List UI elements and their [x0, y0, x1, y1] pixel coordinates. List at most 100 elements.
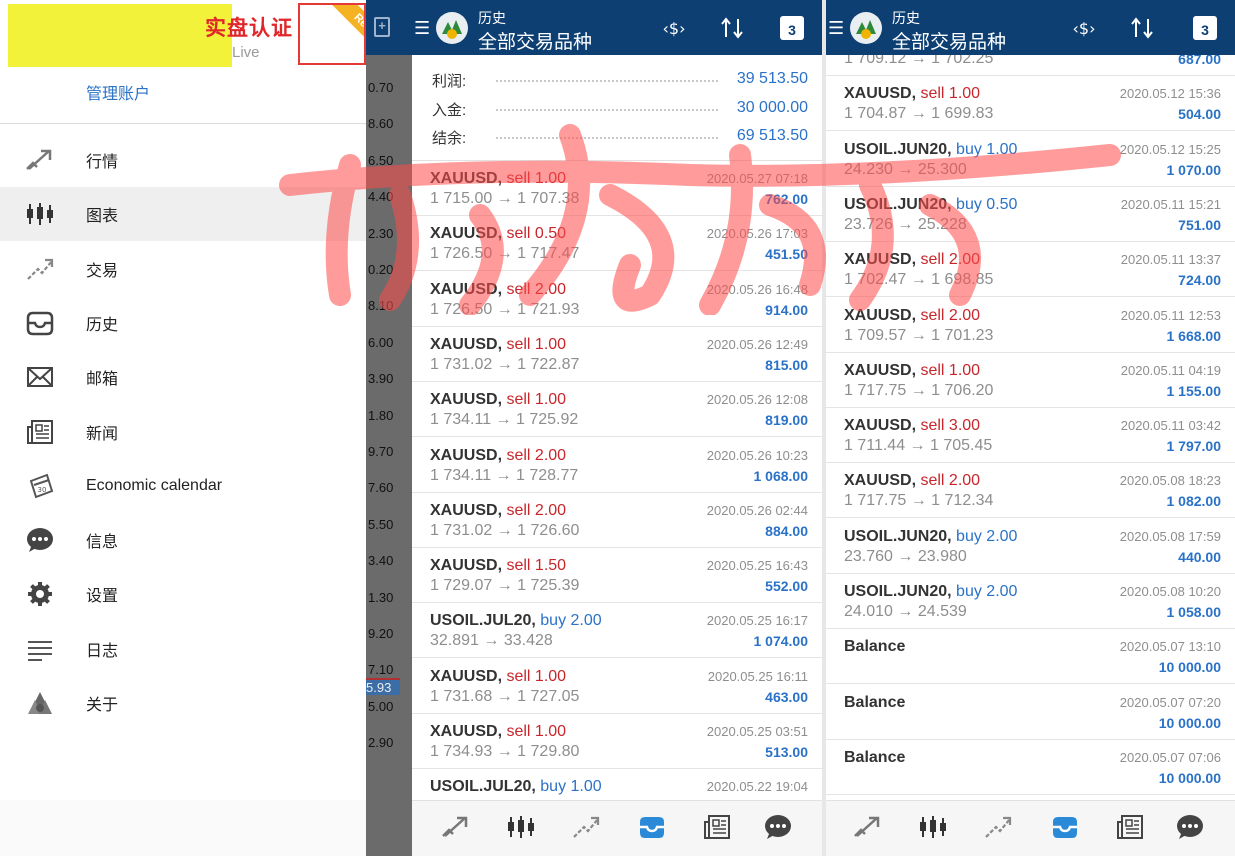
deal-prices: 1 717.75 → 1 712.34	[844, 492, 994, 510]
tab-news[interactable]	[1112, 811, 1148, 847]
bottom-tab-bar	[412, 800, 822, 856]
deal-row[interactable]: USOIL.JUL20, buy 2.00 32.891 → 33.428 2020…	[412, 603, 822, 659]
deal-row[interactable]: USOIL.JUN20, buy 2.00 23.760 → 23.980 2020…	[826, 519, 1235, 574]
tab-history[interactable]	[634, 811, 670, 847]
deal-row[interactable]: XAUUSD, sell 1.00 1 715.00 → 1 707.38 2020…	[412, 161, 822, 216]
deal-row[interactable]: XAUUSD, sell 2.00 1 702.47 → 1 698.85 2020…	[826, 242, 1235, 298]
tab-chart[interactable]	[503, 811, 539, 847]
background-price-label: 6.00	[368, 334, 394, 350]
deal-prices: 1 717.75 → 1 706.20	[844, 381, 994, 399]
drawer-item-label: 历史	[86, 316, 119, 334]
drawer-item-gear[interactable]: 设置	[0, 567, 366, 621]
symbol-name: XAUUSD,	[844, 306, 917, 324]
tab-chart[interactable]	[915, 811, 951, 847]
deal-profit: 819.00	[765, 412, 808, 429]
deal-row[interactable]: XAUUSD, sell 2.00 1 726.50 → 1 721.93 2020…	[412, 272, 822, 327]
currency-icon[interactable]: ‹$›	[1070, 15, 1098, 41]
symbol-filter[interactable]: 全部交易品种	[478, 27, 592, 54]
deal-row[interactable]: XAUUSD, sell 1.00 1 734.93 → 1 729.80 2020…	[412, 714, 822, 769]
deal-prices: 32.891 → 33.428	[430, 632, 553, 650]
leader-dots	[496, 108, 718, 111]
background-price-label: 2.30	[368, 225, 394, 241]
balance-row[interactable]: Balance 2020.05.07 07:20 10 000.00	[826, 685, 1235, 740]
deal-row[interactable]: XAUUSD, sell 1.00 1 734.11 → 1 725.92 2020…	[412, 382, 822, 438]
deal-row[interactable]: XAUUSD, sell 1.00 1 704.87 → 1 699.83 2020…	[826, 76, 1235, 132]
drawer-item-label: 信息	[86, 534, 119, 552]
account-title: 实盘认证	[205, 17, 293, 40]
drawer-item-calendar[interactable]: 30 Economic calendar	[0, 459, 366, 513]
drawer: 实盘认证 Live Real 管理账户 行情 图表 交易 历史 邮箱 新闻 30 Econom…	[0, 0, 366, 856]
background-price-label: 4.40	[368, 189, 394, 205]
tab-quotes[interactable]	[438, 811, 474, 847]
symbol-name: USOIL.JUN20,	[844, 527, 952, 545]
deal-profit: 440.00	[1178, 548, 1221, 565]
calendar-period-icon[interactable]: 3	[1193, 16, 1217, 40]
deal-side-volume: buy 1.00	[540, 778, 602, 796]
deal-prices: 1 731.68 → 1 727.05	[430, 687, 580, 705]
deal-row[interactable]: USOIL.JUN20, buy 1.00 24.230 → 25.300 2020…	[826, 132, 1235, 187]
deal-row[interactable]: XAUUSD, sell 1.00 1 731.68 → 1 727.05 2020…	[412, 659, 822, 714]
deal-row[interactable]: XAUUSD, sell 1.00 1 717.75 → 1 706.20 2020…	[826, 353, 1235, 408]
background-price-label: 1.80	[368, 407, 394, 423]
deal-profit: 10 000.00	[1158, 714, 1221, 731]
symbol-name: XAUUSD,	[844, 361, 917, 379]
tab-history[interactable]	[1047, 811, 1083, 847]
drawer-item-quotes[interactable]: 行情	[0, 133, 366, 187]
deal-symbol: XAUUSD, sell 1.00	[430, 668, 566, 686]
sort-icon[interactable]	[1128, 15, 1156, 41]
drawer-item-chat[interactable]: 信息	[0, 513, 366, 567]
symbol-name: XAUUSD,	[430, 335, 503, 353]
calendar-period-icon[interactable]: 3	[780, 16, 804, 40]
tab-quotes[interactable]	[850, 811, 886, 847]
deal-row[interactable]: USOIL.JUN20, buy 0.50 23.726 → 25.228 2020…	[826, 187, 1235, 242]
deal-profit: 10 000.00	[1158, 659, 1221, 676]
symbol-name: XAUUSD,	[430, 391, 503, 409]
symbol-name: XAUUSD,	[430, 446, 503, 464]
symbol-filter[interactable]: 全部交易品种	[892, 27, 1006, 54]
deal-row[interactable]: XAUUSD, sell 0.50 1 726.50 → 1 717.47 2020…	[412, 216, 822, 272]
tab-trade[interactable]	[980, 811, 1016, 847]
drawer-item-mail[interactable]: 邮箱	[0, 350, 366, 404]
real-ribbon: Real	[330, 5, 364, 58]
tab-chat[interactable]	[1172, 811, 1208, 847]
balance-row[interactable]: Balance 2020.05.07 13:10 10 000.00	[826, 629, 1235, 685]
drawer-item-journal[interactable]: 日志	[0, 622, 366, 676]
menu-icon[interactable]: ☰	[414, 18, 430, 39]
drawer-item-about[interactable]: 关于	[0, 676, 366, 730]
deal-row[interactable]: XAUUSD, sell 2.00 1 734.11 → 1 728.77 2020…	[412, 438, 822, 493]
deal-prices: 1 709.57 → 1 701.23	[844, 326, 994, 344]
symbol-name: XAUUSD,	[430, 501, 503, 519]
currency-icon[interactable]: ‹$›	[660, 15, 688, 41]
drawer-item-trade[interactable]: 交易	[0, 242, 366, 296]
menu-icon[interactable]: ☰	[828, 18, 844, 39]
deal-row[interactable]: XAUUSD, sell 3.00 1 711.44 → 1 705.45 2020…	[826, 408, 1235, 464]
tab-news[interactable]	[699, 811, 735, 847]
balance-row[interactable]: Balance 2020.05.07 07:06 10 000.00	[826, 740, 1235, 795]
deal-row[interactable]: USOIL.JUN20, buy 2.00 24.010 → 24.539 2020…	[826, 574, 1235, 629]
deal-prices: 1 702.47 → 1 698.85	[844, 271, 994, 289]
deal-row[interactable]: XAUUSD, sell 1.50 1 729.07 → 1 725.39 2020…	[412, 548, 822, 604]
manage-accounts-link[interactable]: 管理账户	[86, 80, 150, 104]
drawer-item-chart[interactable]: 图表	[0, 187, 366, 242]
tab-trade[interactable]	[568, 811, 604, 847]
deal-side-volume: buy 1.00	[956, 140, 1018, 158]
sort-icon[interactable]	[718, 15, 746, 41]
deal-side-volume: sell 1.00	[506, 391, 567, 409]
symbol-name: USOIL.JUN20,	[844, 140, 952, 158]
tab-chat[interactable]	[760, 811, 796, 847]
deal-symbol: XAUUSD, sell 2.00	[430, 281, 566, 299]
divider	[0, 123, 366, 124]
drawer-item-history[interactable]: 历史	[0, 296, 366, 350]
deal-symbol: USOIL.JUL20, buy 1.00	[430, 778, 602, 796]
deal-time: 2020.05.25 16:43	[706, 558, 808, 574]
deal-profit: 1 082.00	[1166, 493, 1222, 510]
bid-marker: 5.93	[366, 680, 400, 695]
deal-row[interactable]: XAUUSD, sell 1.00 1 731.02 → 1 722.87 2020…	[412, 327, 822, 382]
deal-row[interactable]: XAUUSD, sell 2.00 1 709.57 → 1 701.23 2020…	[826, 298, 1235, 353]
deal-time: 2020.05.12 15:36	[1119, 86, 1221, 102]
deal-row[interactable]: XAUUSD, sell 2.00 1 717.75 → 1 712.34 2020…	[826, 463, 1235, 519]
deal-symbol: XAUUSD, sell 1.00	[430, 170, 566, 188]
deal-row[interactable]: XAUUSD, sell 2.00 1 731.02 → 1 726.60 2020…	[412, 493, 822, 548]
deal-side-volume: buy 2.00	[956, 527, 1018, 545]
drawer-item-news[interactable]: 新闻	[0, 405, 366, 459]
